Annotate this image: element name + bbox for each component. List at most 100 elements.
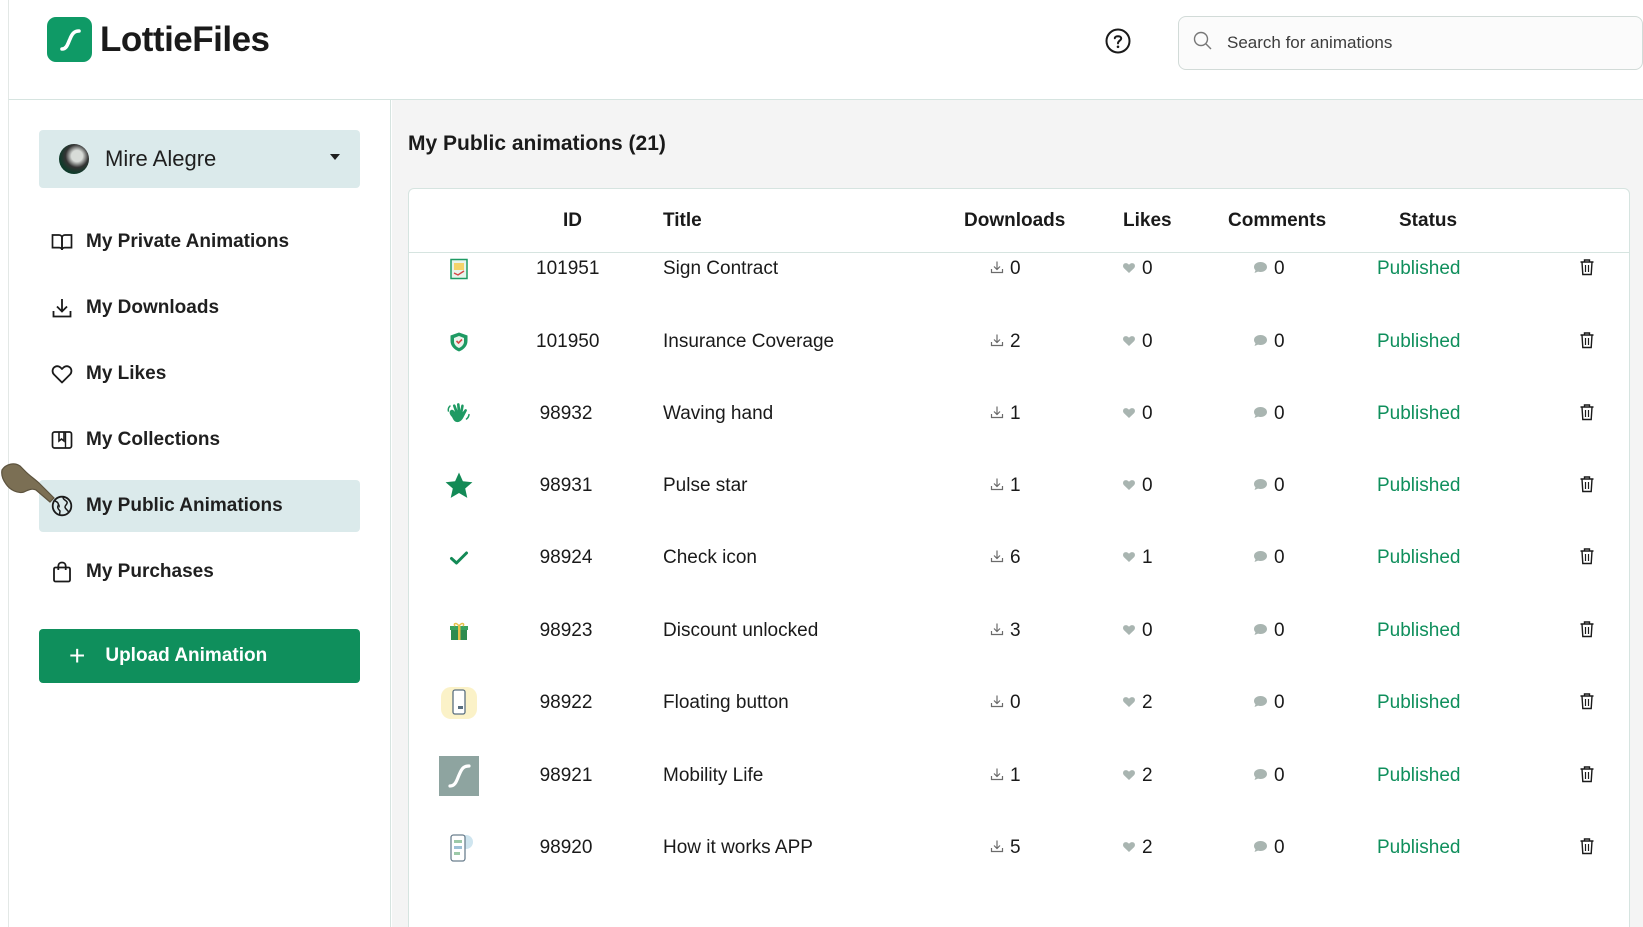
column-header-likes[interactable]: Likes [1123,210,1172,232]
table-row[interactable]: 98921 Mobility Life 1 2 0 Published [409,738,1629,814]
table-row[interactable]: 98923 Discount unlocked 3 0 0 Published [409,593,1629,669]
cell-downloads: 1 [990,403,1021,425]
cell-id: 98920 [539,837,593,858]
brand-name: LottieFiles [100,19,270,59]
sidebar-item-purchases[interactable]: My Purchases [39,546,360,598]
table-row[interactable]: 98931 Pulse star 1 0 0 Published [409,448,1629,524]
trash-icon[interactable] [1579,403,1597,423]
search-input[interactable] [1227,33,1627,53]
download-count-icon [990,620,1004,642]
comment-icon [1253,331,1268,353]
cell-likes: 0 [1122,620,1153,642]
column-header-id[interactable]: ID [563,210,582,232]
cell-title[interactable]: Check icon [663,547,757,569]
sidebar-item-downloads[interactable]: My Downloads [39,282,360,334]
sidebar-item-private-animations[interactable]: My Private Animations [39,216,360,268]
cell-comments: 0 [1253,547,1285,569]
animation-thumbnail[interactable] [439,756,479,796]
trash-icon[interactable] [1579,258,1597,278]
upload-label: Upload Animation [105,645,268,666]
plus-icon: + [69,640,86,671]
comment-icon [1253,692,1268,714]
cell-comments: 0 [1253,620,1285,642]
animation-thumbnail[interactable] [439,611,479,651]
column-header-comments[interactable]: Comments [1228,210,1326,232]
cell-title[interactable]: How it works APP [663,837,813,859]
status-badge: Published [1377,403,1461,424]
lottiefiles-logo[interactable]: LottieFiles [47,17,270,62]
sidebar-item-label: My Downloads [86,297,220,318]
like-count: 0 [1142,620,1153,641]
lottie-logo-icon [47,17,92,62]
animation-thumbnail[interactable] [439,683,479,723]
cell-title[interactable]: Sign Contract [663,258,778,280]
download-count: 3 [1010,620,1021,641]
animation-thumbnail[interactable] [439,249,479,289]
cell-title[interactable]: Waving hand [663,403,773,425]
comment-icon [1253,475,1268,497]
cell-title[interactable]: Floating button [663,692,789,714]
download-count-icon [990,547,1004,569]
like-count: 2 [1142,692,1153,713]
download-count: 1 [1010,403,1021,424]
trash-icon[interactable] [1579,692,1597,712]
comment-count: 0 [1274,547,1285,568]
cell-title[interactable]: Insurance Coverage [663,331,834,353]
comment-icon [1253,765,1268,787]
status-badge: Published [1377,331,1461,352]
upload-animation-button[interactable]: + Upload Animation [39,629,360,683]
table-row[interactable]: 98924 Check icon 6 1 0 Published [409,520,1629,596]
search-box[interactable] [1178,16,1643,70]
bag-icon [51,561,73,583]
animation-thumbnail[interactable] [439,828,479,868]
trash-icon[interactable] [1579,837,1597,857]
main-content: My Public animations (21) ID Title Downl… [392,100,1643,927]
trash-icon[interactable] [1579,331,1597,351]
page-title: My Public animations (21) [408,132,666,155]
sidebar-item-public-animations[interactable]: My Public Animations [39,480,360,532]
heart-icon [1122,547,1136,569]
user-account-dropdown[interactable]: Mire Alegre [39,130,360,188]
table-row[interactable]: 98932 Waving hand 1 0 0 Published [409,376,1629,452]
animation-thumbnail[interactable] [439,394,479,434]
cell-likes: 0 [1122,331,1153,353]
column-header-title[interactable]: Title [663,210,702,232]
cell-likes: 0 [1122,403,1153,425]
cell-likes: 2 [1122,765,1153,787]
cell-id: 98921 [539,765,593,786]
table-row[interactable]: 101950 Insurance Coverage 2 0 0 Published [409,304,1629,380]
heart-icon [1122,620,1136,642]
table-row[interactable]: 98922 Floating button 0 2 0 Published [409,665,1629,741]
like-count: 2 [1142,837,1153,858]
sidebar-item-likes[interactable]: My Likes [39,348,360,400]
table-row[interactable]: 101951 Sign Contract 0 0 0 Published [409,231,1629,307]
column-header-downloads[interactable]: Downloads [964,210,1065,232]
question-circle-icon[interactable] [1105,28,1131,54]
cell-likes: 0 [1122,475,1153,497]
comment-icon [1253,258,1268,280]
comment-icon [1253,547,1268,569]
column-header-status[interactable]: Status [1399,210,1457,232]
status-badge: Published [1377,620,1461,641]
like-count: 0 [1142,258,1153,279]
trash-icon[interactable] [1579,620,1597,640]
cell-id: 101950 [536,331,600,352]
animation-thumbnail[interactable] [439,538,479,578]
download-count-icon [990,331,1004,353]
animation-thumbnail[interactable] [439,466,479,506]
sidebar-item-collections[interactable]: My Collections [39,414,360,466]
comment-icon [1253,403,1268,425]
cell-title[interactable]: Pulse star [663,475,747,497]
download-count: 5 [1010,837,1021,858]
cell-title[interactable]: Discount unlocked [663,620,818,642]
trash-icon[interactable] [1579,475,1597,495]
trash-icon[interactable] [1579,547,1597,567]
table-row[interactable]: 98920 How it works APP 5 2 0 Published [409,810,1629,886]
heart-icon [1122,765,1136,787]
download-count-icon [990,837,1004,859]
cell-title[interactable]: Mobility Life [663,765,763,787]
collection-icon [51,429,73,451]
trash-icon[interactable] [1579,765,1597,785]
cell-comments: 0 [1253,837,1285,859]
animation-thumbnail[interactable] [439,322,479,362]
